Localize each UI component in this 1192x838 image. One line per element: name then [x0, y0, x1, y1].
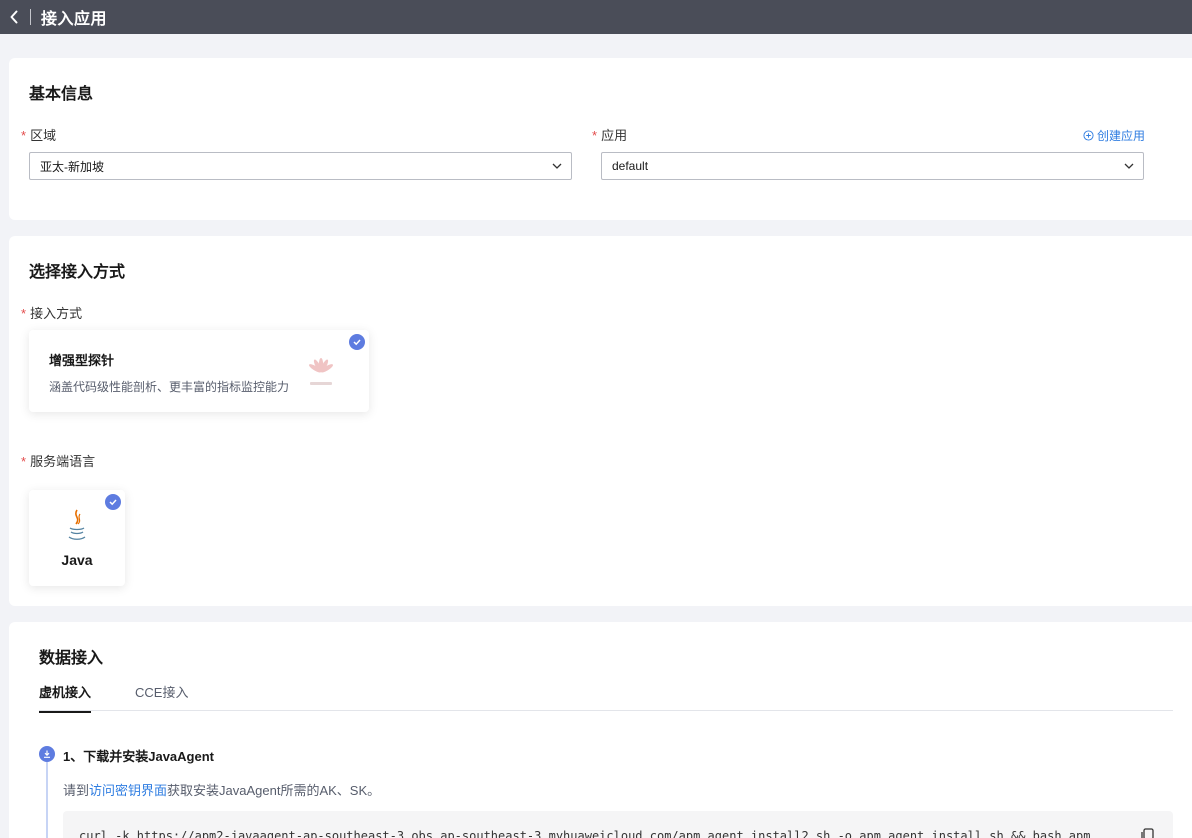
java-logo-icon — [68, 509, 86, 540]
probe-title: 增强型探针 — [49, 353, 115, 368]
access-key-link[interactable]: 访问密钥界面 — [89, 783, 167, 798]
download-step-icon — [39, 746, 55, 762]
chevron-down-icon — [1124, 163, 1134, 169]
header-divider — [30, 9, 31, 25]
access-method-card: 选择接入方式 * 接入方式 增强型探针 涵盖代码级性能剖析、更丰富的指标监控能力 … — [9, 236, 1192, 606]
java-label: Java — [61, 552, 93, 568]
app-label: * 应用 — [592, 128, 628, 143]
copy-icon[interactable] — [1139, 827, 1155, 838]
install-command: curl -k https://apm2-javaagent-ap-southe… — [79, 829, 1109, 838]
huawei-logo-icon — [309, 358, 333, 385]
data-access-title: 数据接入 — [39, 650, 104, 667]
required-mark: * — [21, 454, 27, 469]
page-title: 接入应用 — [41, 11, 108, 28]
install-command-box: curl -k https://apm2-javaagent-ap-southe… — [63, 811, 1173, 838]
step-1-title: 1、下载并安装JavaAgent — [63, 749, 214, 764]
step-connector — [46, 762, 48, 838]
java-language-option[interactable]: Java — [29, 490, 125, 586]
tab-cce-access[interactable]: CCE接入 — [135, 682, 188, 711]
method-label: * 接入方式 — [21, 306, 83, 321]
basic-info-title: 基本信息 — [29, 86, 94, 103]
top-bar: 接入应用 — [0, 0, 1192, 34]
selected-check-icon — [349, 334, 365, 350]
required-mark: * — [21, 306, 27, 321]
region-value: 亚太-新加坡 — [40, 159, 104, 174]
access-method-title: 选择接入方式 — [29, 264, 126, 281]
tab-vm-access[interactable]: 虚机接入 — [39, 682, 92, 713]
back-button[interactable] — [0, 0, 28, 34]
chevron-down-icon — [552, 163, 562, 169]
region-label: * 区域 — [21, 128, 57, 143]
language-label: * 服务端语言 — [21, 454, 96, 469]
required-mark: * — [592, 128, 598, 143]
create-app-link[interactable]: 创建应用 — [1083, 127, 1145, 144]
app-select[interactable]: default — [601, 152, 1144, 180]
selected-check-icon — [105, 494, 121, 510]
access-tabs: 虚机接入 CCE接入 — [39, 678, 1173, 713]
step-1-description: 请到访问密钥界面获取安装JavaAgent所需的AK、SK。 — [63, 783, 381, 798]
app-value: default — [612, 159, 649, 173]
region-select[interactable]: 亚太-新加坡 — [29, 152, 572, 180]
data-access-card: 数据接入 虚机接入 CCE接入 1、下载并安装JavaAgent 请到访问密钥界… — [9, 622, 1192, 838]
required-mark: * — [21, 128, 27, 143]
enhanced-probe-option[interactable]: 增强型探针 涵盖代码级性能剖析、更丰富的指标监控能力 — [29, 330, 369, 412]
probe-description: 涵盖代码级性能剖析、更丰富的指标监控能力 — [49, 380, 290, 394]
plus-circle-icon — [1083, 130, 1094, 141]
chevron-left-icon — [10, 10, 18, 24]
basic-info-card: 基本信息 * 区域 亚太-新加坡 * 应用 创建应用 default — [9, 58, 1192, 220]
